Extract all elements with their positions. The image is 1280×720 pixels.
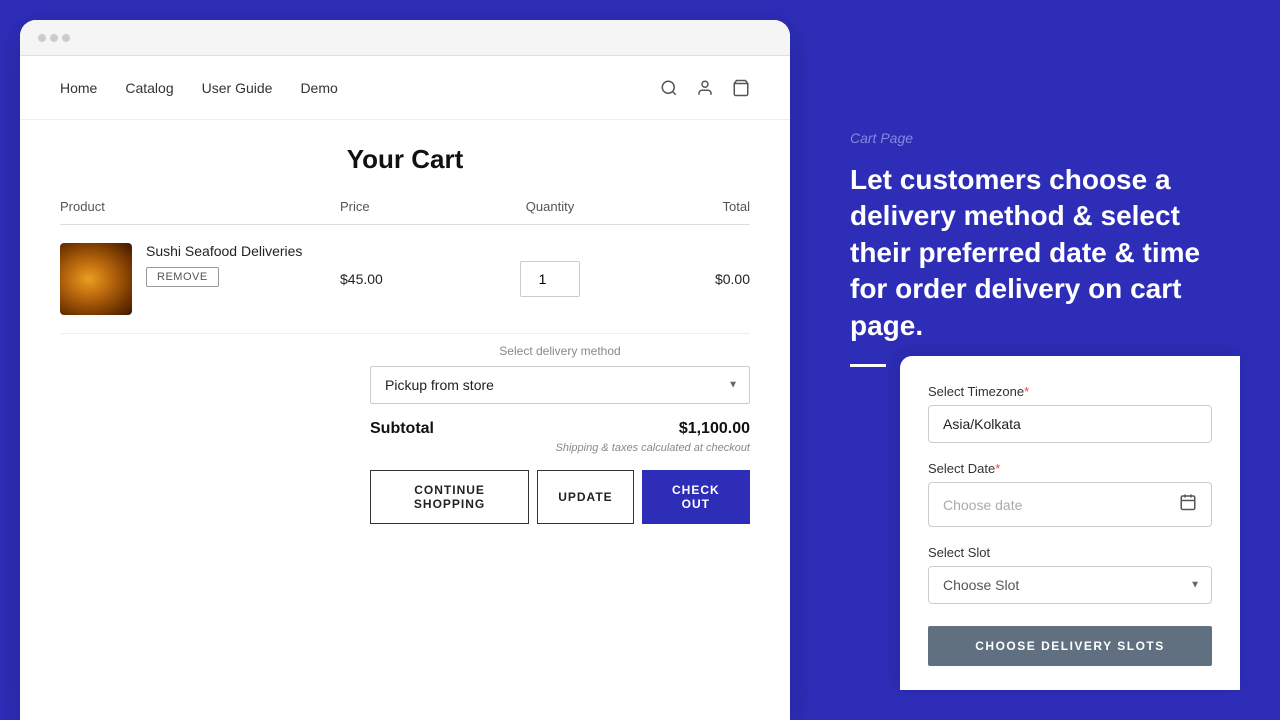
browser-dot-3 — [62, 34, 70, 42]
timezone-required: * — [1024, 384, 1029, 399]
slot-select-wrapper: Choose Slot Morning Afternoon Evening ▼ — [928, 566, 1212, 604]
right-panel: Cart Page Let customers choose a deliver… — [810, 0, 1280, 720]
nav-catalog[interactable]: Catalog — [125, 80, 173, 96]
browser-dot-1 — [38, 34, 46, 42]
browser-dot-2 — [50, 34, 58, 42]
slot-label: Select Slot — [928, 545, 1212, 560]
quantity-cell — [470, 261, 630, 297]
shipping-note: Shipping & taxes calculated at checkout — [370, 442, 750, 454]
delivery-panel: Select Timezone* Select Date* Choose dat… — [900, 356, 1240, 690]
product-cell: Sushi Seafood Deliveries REMOVE — [60, 243, 330, 315]
right-content-wrapper: Select Timezone* Select Date* Choose dat… — [850, 410, 1240, 690]
left-panel: Home Catalog User Guide Demo — [0, 0, 810, 720]
product-image — [60, 243, 132, 315]
product-info: Sushi Seafood Deliveries REMOVE — [146, 243, 302, 287]
nav-icons — [660, 79, 750, 97]
promo-heading: Let customers choose a delivery method &… — [850, 162, 1240, 344]
cart-table-header: Product Price Quantity Total — [60, 199, 750, 225]
delivery-section: Select delivery method Pickup from store… — [60, 344, 750, 524]
continue-shopping-button[interactable]: CONTINUE SHOPPING — [370, 470, 529, 524]
subtotal-amount: $1,100.00 — [679, 420, 750, 438]
nav-user-guide[interactable]: User Guide — [202, 80, 273, 96]
user-icon[interactable] — [696, 79, 714, 97]
cart-icon[interactable] — [732, 79, 750, 97]
timezone-input[interactable] — [928, 405, 1212, 443]
cart-title: Your Cart — [60, 144, 750, 175]
date-required: * — [995, 461, 1000, 476]
slot-select[interactable]: Choose Slot Morning Afternoon Evening — [928, 566, 1212, 604]
quantity-input[interactable] — [520, 261, 580, 297]
browser-card: Home Catalog User Guide Demo — [20, 20, 790, 720]
delivery-method-label: Select delivery method — [370, 344, 750, 358]
update-button[interactable]: UPDATE — [537, 470, 633, 524]
total-cell: $0.00 — [630, 271, 750, 287]
nav-home[interactable]: Home — [60, 80, 97, 96]
timezone-label: Select Timezone* — [928, 384, 1212, 399]
delivery-select-wrapper: Pickup from store Home delivery ▼ — [370, 366, 750, 404]
cart-content: Your Cart Product Price Quantity Total S… — [20, 120, 790, 720]
date-input[interactable]: Choose date — [928, 482, 1212, 527]
slot-field-group: Select Slot Choose Slot Morning Afternoo… — [928, 545, 1212, 604]
delivery-right: Select delivery method Pickup from store… — [370, 344, 750, 524]
col-header-quantity: Quantity — [470, 199, 630, 214]
date-label: Select Date* — [928, 461, 1212, 476]
date-placeholder: Choose date — [943, 497, 1022, 513]
cart-page-label: Cart Page — [850, 130, 1240, 146]
timezone-field-group: Select Timezone* — [928, 384, 1212, 443]
subtotal-row: Subtotal $1,100.00 — [370, 420, 750, 438]
promo-divider — [850, 364, 886, 367]
nav-demo[interactable]: Demo — [300, 80, 337, 96]
delivery-select[interactable]: Pickup from store Home delivery — [370, 366, 750, 404]
product-name: Sushi Seafood Deliveries — [146, 243, 302, 259]
col-header-product: Product — [60, 199, 330, 214]
price-cell: $45.00 — [330, 271, 470, 287]
nav-links: Home Catalog User Guide Demo — [60, 80, 660, 96]
col-header-total: Total — [630, 199, 750, 214]
search-icon[interactable] — [660, 79, 678, 97]
right-top: Cart Page Let customers choose a deliver… — [850, 30, 1240, 410]
browser-topbar — [20, 20, 790, 56]
table-row: Sushi Seafood Deliveries REMOVE $45.00 $… — [60, 225, 750, 334]
col-header-price: Price — [330, 199, 470, 214]
subtotal-label: Subtotal — [370, 420, 434, 438]
remove-button[interactable]: REMOVE — [146, 267, 219, 287]
nav-bar: Home Catalog User Guide Demo — [20, 56, 790, 120]
choose-delivery-slots-button[interactable]: CHOOSE DELIVERY SLOTS — [928, 626, 1212, 666]
checkout-button[interactable]: CHECK OUT — [642, 470, 750, 524]
calendar-icon — [1179, 493, 1197, 516]
cart-actions: CONTINUE SHOPPING UPDATE CHECK OUT — [370, 470, 750, 524]
date-field-group: Select Date* Choose date — [928, 461, 1212, 527]
